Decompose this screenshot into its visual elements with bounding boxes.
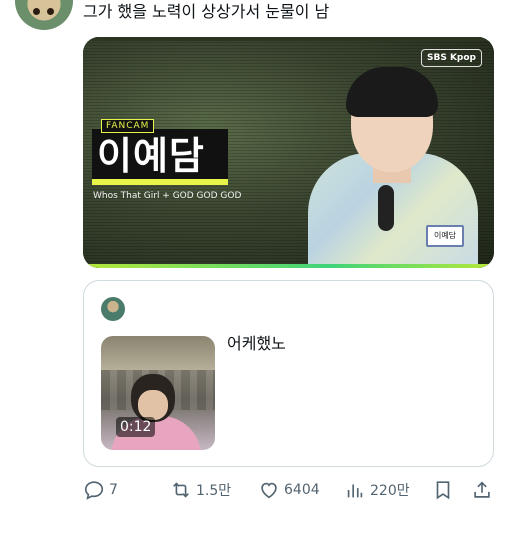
bookmark-button[interactable]: [432, 478, 454, 502]
retweet-icon: [173, 482, 189, 498]
video-frame-top: [83, 37, 494, 41]
quoted-tweet-text: 어케했노: [227, 334, 286, 353]
bookmark-icon: [436, 481, 450, 500]
like-count: 6404: [284, 482, 320, 498]
share-icon: [474, 481, 490, 498]
tweet-text: 그가 했을 노력이 상상가서 눈물이 남: [83, 2, 330, 21]
retweet-count: 1.5만: [196, 483, 232, 499]
name-tag: 이예담: [426, 225, 464, 247]
views-button[interactable]: 220만: [344, 478, 410, 502]
channel-logo: SBS Kpop: [421, 49, 482, 67]
like-button[interactable]: 6404: [258, 478, 320, 502]
microphone: [378, 185, 394, 231]
fancam-label: FANCAM: [101, 119, 155, 133]
heart-icon: [261, 482, 277, 499]
quoted-video-thumbnail[interactable]: 0:12: [101, 336, 215, 450]
retweet-button[interactable]: 1.5만: [170, 478, 231, 502]
performer-name: 이예담: [97, 134, 205, 178]
song-title: Whos That Girl + GOD GOD GOD: [93, 191, 242, 201]
name-stripe: [92, 179, 228, 185]
avatar-eye: [33, 8, 40, 15]
video-performer: 이예담: [308, 67, 478, 268]
tweet-actions: 7 1.5만 6404 220만: [83, 478, 503, 502]
reply-icon: [84, 481, 104, 500]
view-count: 220만: [370, 483, 410, 499]
reply-count: 7: [109, 482, 118, 498]
share-button[interactable]: [471, 478, 493, 502]
video-duration: 0:12: [116, 417, 156, 437]
quoted-author-avatar[interactable]: [101, 297, 125, 321]
avatar-eye: [47, 8, 54, 15]
tweet-video[interactable]: 이예담 FANCAM 이예담 Whos That Girl + GOD GOD …: [83, 37, 494, 268]
quoted-tweet[interactable]: 0:12 어케했노: [83, 280, 494, 467]
video-accent-bar: [83, 264, 494, 268]
author-avatar[interactable]: [15, 0, 73, 30]
analytics-icon: [347, 484, 363, 498]
reply-button[interactable]: 7: [83, 478, 118, 502]
